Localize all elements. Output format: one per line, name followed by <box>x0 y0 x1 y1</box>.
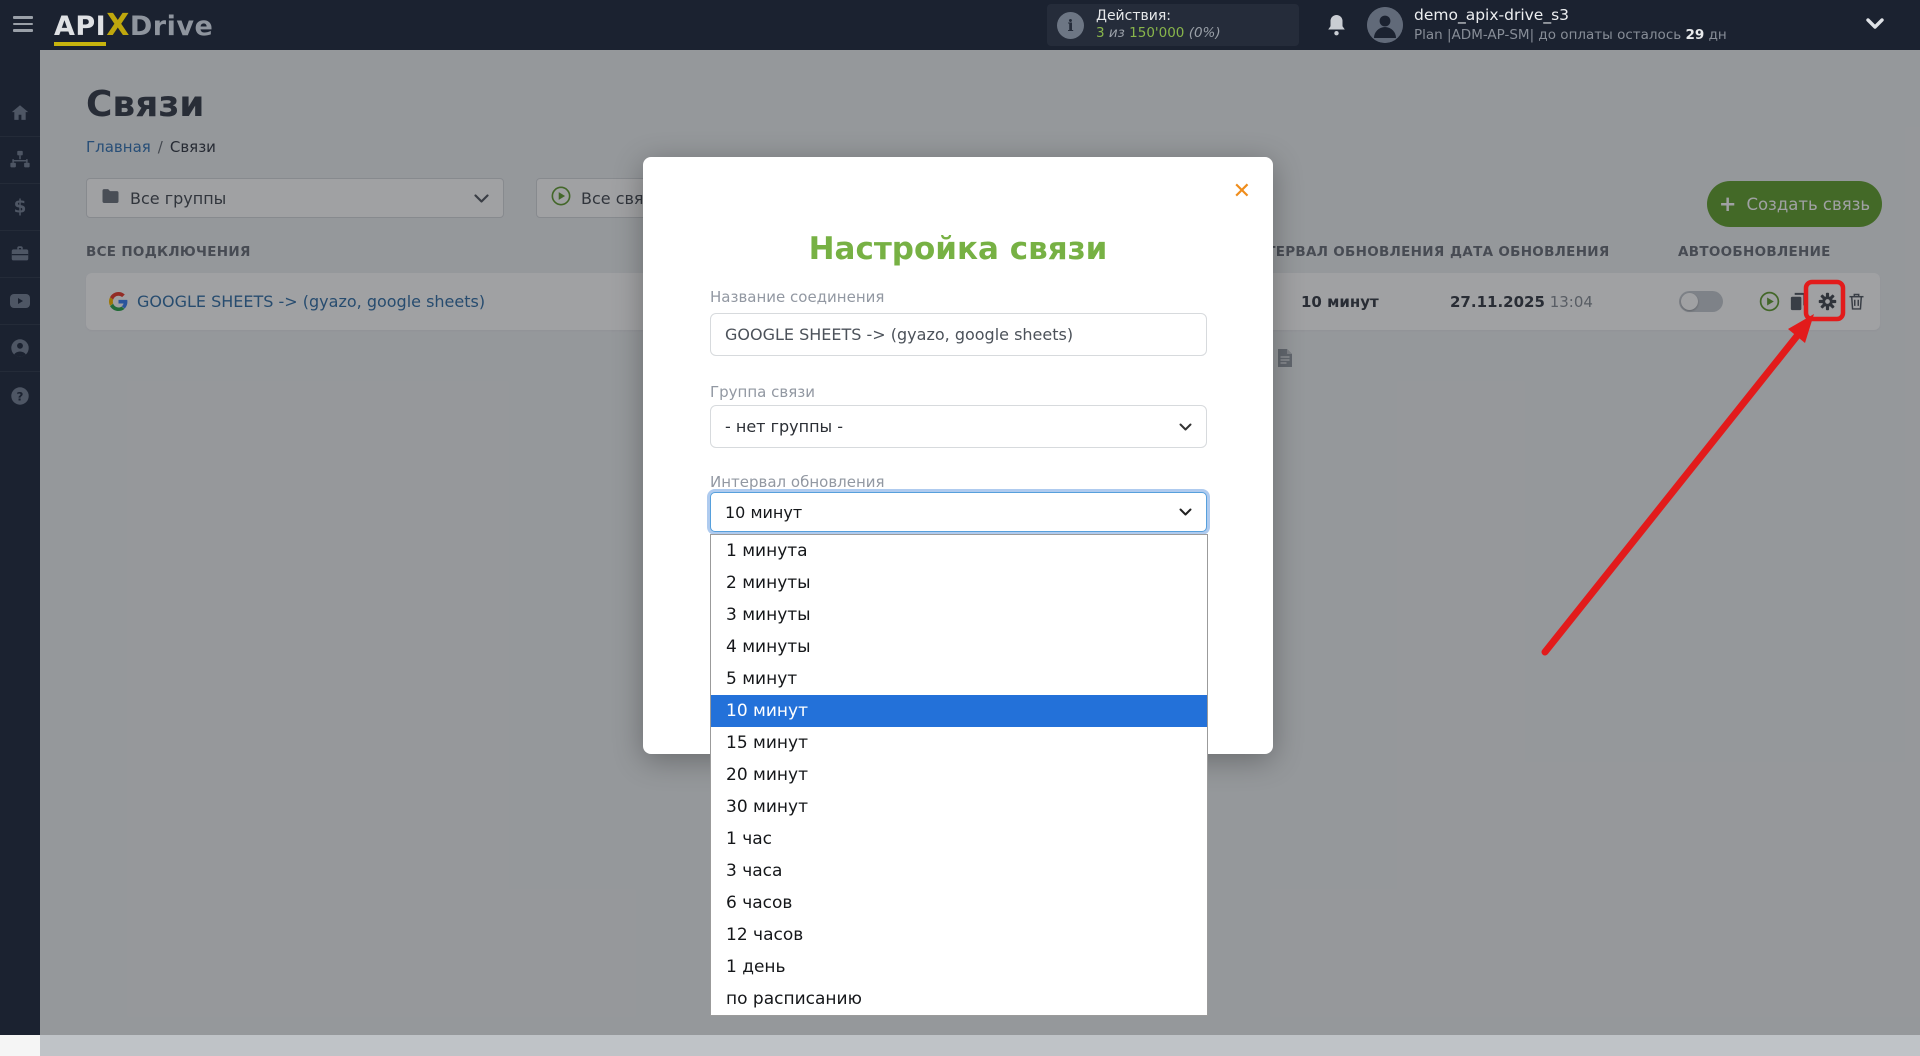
chevron-down-icon[interactable] <box>1866 18 1884 29</box>
interval-option[interactable]: 1 минута <box>711 535 1207 567</box>
sidebar-item-profile[interactable] <box>0 325 40 372</box>
interval-option[interactable]: 10 минут <box>711 695 1207 727</box>
interval-option[interactable]: 30 минут <box>711 791 1207 823</box>
topbar: APIXDrive i Действия: 3 из 150'000 (0%) … <box>0 0 1920 50</box>
scrollbar-corner <box>0 1035 40 1056</box>
notifications-bell-icon[interactable] <box>1325 13 1348 42</box>
app-logo[interactable]: APIXDrive <box>54 8 213 43</box>
group-select-value: - нет группы - <box>725 417 844 436</box>
chevron-down-icon <box>1179 423 1192 431</box>
interval-option[interactable]: 3 часа <box>711 855 1207 887</box>
sidebar-item-connections[interactable] <box>0 137 40 184</box>
sidebar-item-video[interactable] <box>0 278 40 325</box>
interval-select-value: 10 минут <box>725 502 803 522</box>
home-icon <box>9 102 31 124</box>
interval-option[interactable]: 6 часов <box>711 887 1207 919</box>
group-select[interactable]: - нет группы - <box>710 405 1207 448</box>
sitemap-icon <box>9 149 31 171</box>
user-name: demo_apix-drive_s3 <box>1414 6 1570 24</box>
logo-drive: Drive <box>129 11 214 42</box>
sidebar-item-home[interactable] <box>0 90 40 137</box>
actions-counter[interactable]: i Действия: 3 из 150'000 (0%) <box>1047 4 1299 46</box>
sidebar-item-cases[interactable] <box>0 231 40 278</box>
interval-option[interactable]: 1 час <box>711 823 1207 855</box>
group-field-label: Группа связи <box>710 383 815 401</box>
hamburger-menu-icon[interactable] <box>13 16 35 34</box>
chevron-down-icon <box>1179 508 1192 516</box>
interval-select[interactable]: 10 минут <box>710 492 1207 532</box>
youtube-icon <box>8 290 32 312</box>
profile-icon <box>9 337 31 359</box>
logo-api: API <box>54 11 107 42</box>
dollar-icon: $ <box>9 196 31 218</box>
interval-field-label: Интервал обновления <box>710 473 885 491</box>
user-avatar[interactable] <box>1367 7 1403 43</box>
question-icon: ? <box>9 385 31 407</box>
name-field-label: Название соединения <box>710 288 885 306</box>
user-plan: Plan |ADM-AP-SM| до оплаты осталось 29 д… <box>1414 27 1727 43</box>
interval-option[interactable]: 1 день <box>711 951 1207 983</box>
interval-option[interactable]: 2 минуты <box>711 567 1207 599</box>
interval-option[interactable]: 20 минут <box>711 759 1207 791</box>
interval-options-list: 1 минута 2 минуты 3 минуты 4 минуты 5 минут 1… <box>710 534 1208 1016</box>
logo-underline <box>54 42 106 46</box>
actions-usage: 3 из 150'000 (0%) <box>1096 25 1221 42</box>
sidebar: $ ? <box>0 50 40 1035</box>
svg-text:$: $ <box>14 197 27 218</box>
connection-name-input[interactable] <box>710 313 1207 356</box>
interval-option[interactable]: 3 минуты <box>711 599 1207 631</box>
horizontal-scrollbar[interactable] <box>40 1035 1920 1056</box>
actions-label: Действия: <box>1096 7 1171 24</box>
interval-option[interactable]: 4 минуты <box>711 631 1207 663</box>
briefcase-icon <box>9 243 31 265</box>
modal-title: Настройка связи <box>808 231 1108 267</box>
svg-text:?: ? <box>17 389 24 403</box>
interval-option[interactable]: по расписанию <box>711 983 1207 1015</box>
user-menu[interactable]: demo_apix-drive_s3 Plan |ADM-AP-SM| до о… <box>1414 6 1727 43</box>
info-icon: i <box>1057 11 1084 39</box>
interval-option[interactable]: 5 минут <box>711 663 1207 695</box>
sidebar-item-help[interactable]: ? <box>0 372 40 419</box>
close-icon[interactable]: ✕ <box>1233 181 1251 203</box>
logo-x: X <box>106 8 130 43</box>
interval-option[interactable]: 12 часов <box>711 919 1207 951</box>
interval-option[interactable]: 15 минут <box>711 727 1207 759</box>
sidebar-item-billing[interactable]: $ <box>0 184 40 231</box>
